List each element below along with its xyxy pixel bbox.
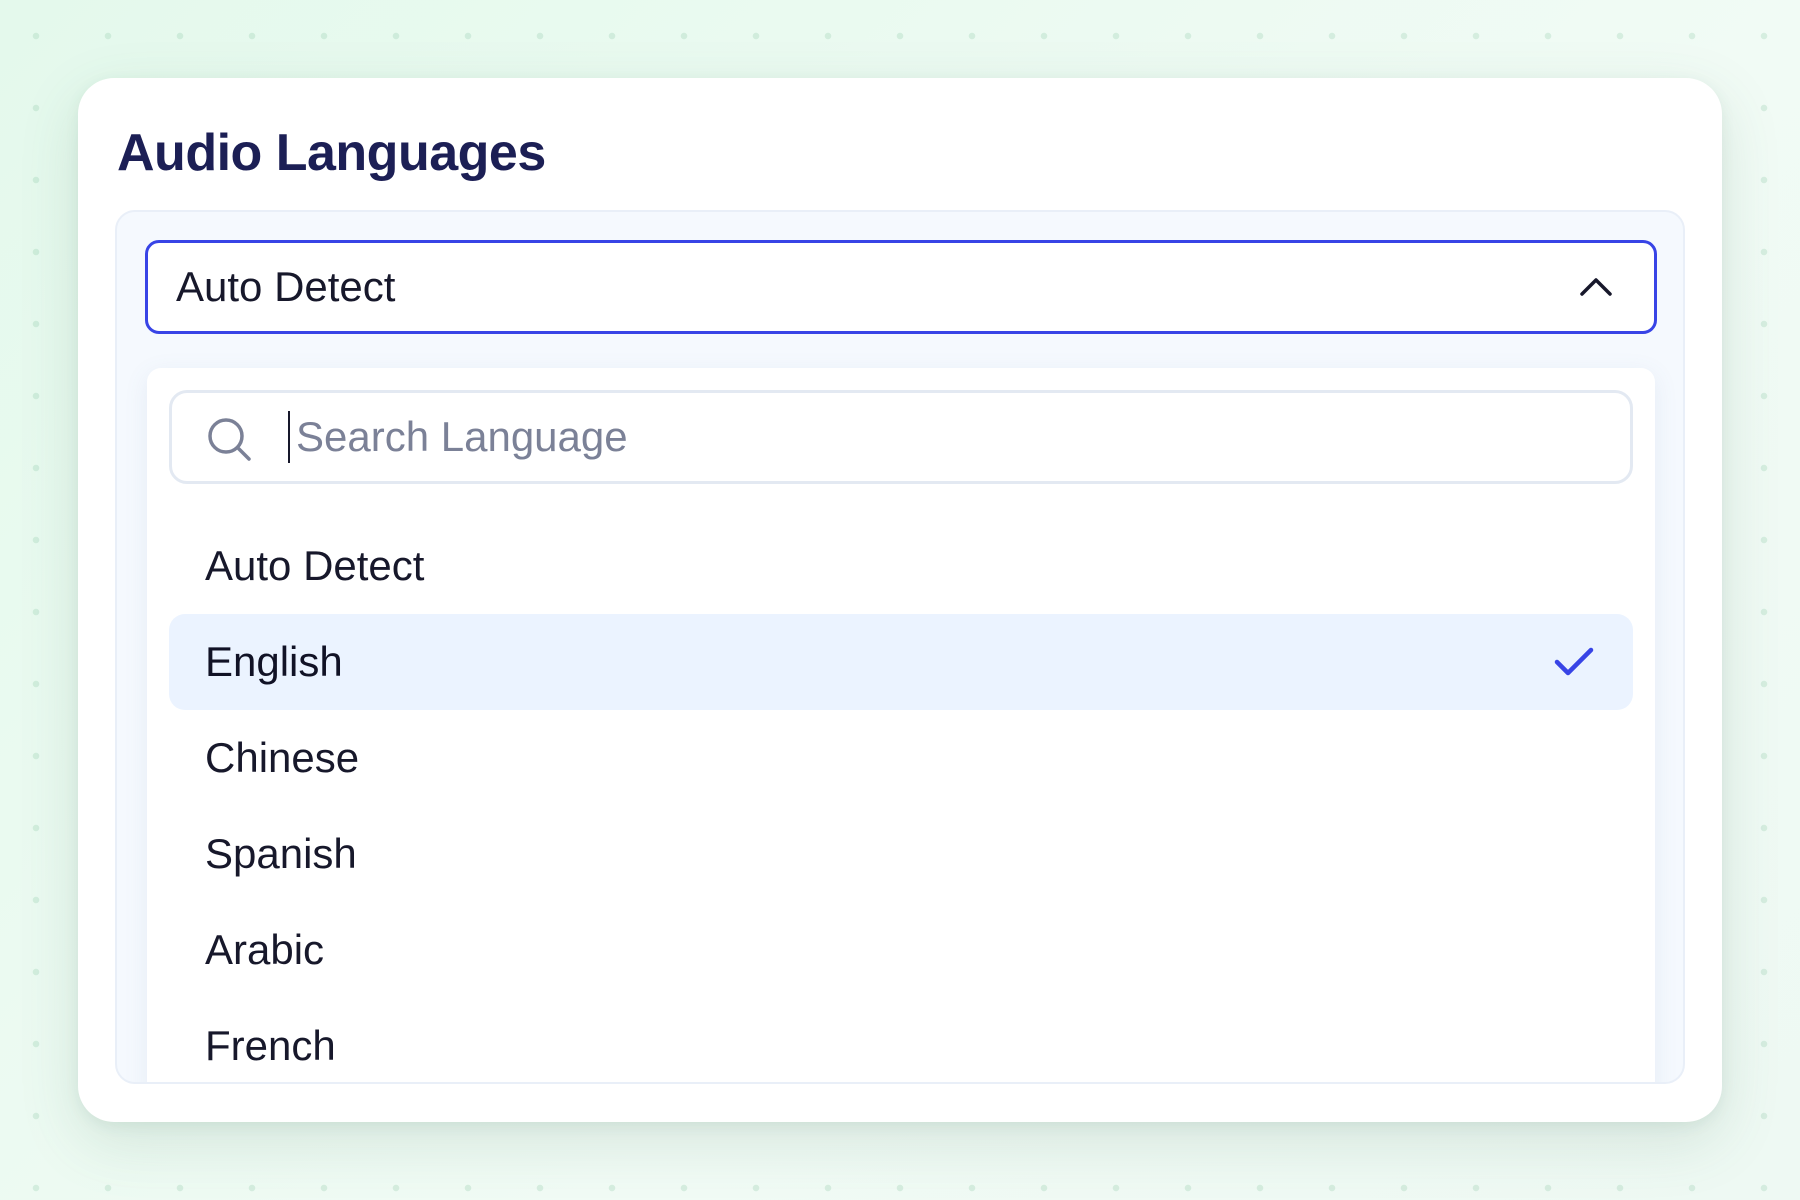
option-arabic[interactable]: Arabic (169, 902, 1633, 998)
option-label: Chinese (205, 734, 360, 781)
option-spanish[interactable]: Spanish (169, 806, 1633, 902)
search-icon (205, 415, 253, 463)
search-input[interactable] (288, 411, 1608, 463)
option-label: Auto Detect (205, 542, 425, 589)
option-label: Spanish (205, 830, 357, 877)
language-select-panel: Auto Detect Auto Detect (115, 210, 1685, 1084)
option-french[interactable]: French (169, 998, 1633, 1082)
option-auto-detect[interactable]: Auto Detect (169, 518, 1633, 614)
audio-languages-card: Audio Languages Auto Detect Search Langu… (78, 78, 1722, 1122)
search-field[interactable] (169, 390, 1633, 484)
card-title: Audio Languages (117, 124, 546, 182)
check-icon (1553, 646, 1595, 678)
option-label: French (205, 1022, 336, 1069)
select-value: Auto Detect (176, 263, 396, 310)
language-dropdown: Auto Detect English Chinese Spanish (147, 368, 1655, 1082)
option-english[interactable]: English (169, 614, 1633, 710)
option-label: Arabic (205, 926, 325, 973)
option-chinese[interactable]: Chinese (169, 710, 1633, 806)
option-label: English (205, 638, 343, 685)
language-select[interactable]: Auto Detect (145, 240, 1657, 334)
language-options-list: Auto Detect English Chinese Spanish Arab… (169, 518, 1633, 1082)
chevron-up-icon[interactable] (1576, 274, 1616, 300)
